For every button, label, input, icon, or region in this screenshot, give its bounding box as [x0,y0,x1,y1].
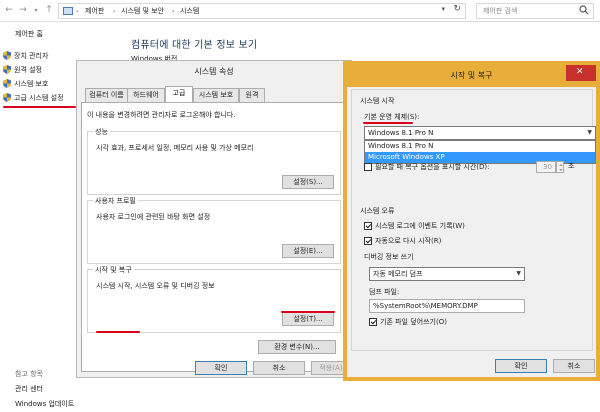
debug-type-value: 자동 메모리 덤프 [373,270,423,278]
breadcrumb-system[interactable]: 시스템 [180,6,199,17]
breadcrumb-separator-icon: › [76,8,79,15]
recent-pages-icon[interactable]: ▾ [30,4,42,17]
group-description: 사용자 로그인에 관련된 바탕 화면 설정 [96,213,211,221]
sidebar-item-label: 고급 시스템 설정 [14,94,64,102]
chevron-down-icon: ▼ [516,270,521,277]
startup-recovery-dialog: 시작 및 복구 시스템 시작 기본 운영 체제(S): Windows 8.1 … [343,61,600,381]
ok-button[interactable]: 확인 [495,359,547,373]
seconds-unit: 초 [568,162,575,170]
overwrite-checkbox[interactable] [369,318,377,326]
write-event-label: 시스템 로그에 이벤트 기록(W) [375,222,465,230]
user-profiles-group: 사용자 프로필 사용자 로그인에 관련된 바탕 화면 설정 설정(E)... [87,196,341,264]
user-profiles-settings-button[interactable]: 설정(E)... [282,244,334,258]
breadcrumb-separator-icon: › [172,8,175,15]
recovery-seconds-spinner[interactable] [556,161,564,173]
sidebar-item-label: 장치 관리자 [14,52,49,60]
see-also-link-windows-update[interactable]: Windows 업데이트 [15,399,74,409]
control-panel-icon [63,7,73,15]
show-recovery-label: 필요할 때 복구 옵션을 표시할 시간(D): [375,163,490,171]
group-title: 성능 [93,127,110,137]
sidebar-item-remote-settings[interactable]: 원격 설정 [3,64,42,76]
overwrite-label: 기존 파일 덮어쓰기(O) [380,318,447,326]
tab-remote[interactable]: 원격 [239,88,265,102]
group-description: 시스템 시작, 시스템 오류 및 디버깅 정보 [96,282,215,290]
group-description: 시각 효과, 프로세서 일정, 메모리 사용 및 가상 메모리 [96,144,254,152]
up-arrow-icon[interactable]: ↑ [43,4,55,17]
see-also-title: 참고 항목 [15,370,43,378]
search-placeholder: 제어판 검색 [483,7,518,15]
back-arrow-icon[interactable]: ← [3,4,15,17]
debug-info-title: 디버깅 정보 쓰기 [364,253,414,261]
tab-hardware[interactable]: 하드웨어 [127,88,165,102]
environment-variables-button[interactable]: 환경 변수(N)... [258,340,336,354]
highlight-underline [363,122,413,124]
chevron-down-icon: ▼ [587,129,592,136]
breadcrumb-system-security[interactable]: 시스템 및 보안 [121,6,164,17]
cancel-button[interactable]: 취소 [253,361,305,375]
group-title: 사용자 프로필 [93,196,138,206]
refresh-icon[interactable]: ↻ [453,4,461,14]
dump-file-input[interactable]: %SystemRoot%\MEMORY.DMP [369,299,525,313]
show-recovery-checkbox[interactable] [364,163,372,171]
highlight-underline [281,311,335,313]
startup-recovery-settings-button[interactable]: 설정(T)... [282,312,334,326]
dump-file-label: 덤프 파일: [369,288,400,296]
search-input[interactable]: 제어판 검색 [476,3,594,19]
control-panel-home-link[interactable]: 제어판 홈 [15,29,43,39]
sidebar-item-label: 시스템 보호 [14,80,49,88]
performance-settings-button[interactable]: 설정(S)... [282,175,334,189]
ok-button[interactable]: 확인 [195,361,247,375]
performance-group: 성능 시각 효과, 프로세서 일정, 메모리 사용 및 가상 메모리 설정(S)… [87,127,341,195]
tab-advanced[interactable]: 고급 [165,86,193,103]
system-startup-title: 시스템 시작 [360,97,395,105]
recovery-seconds-input[interactable]: 30 [536,161,556,173]
dialog-title: 시스템 속성 [77,61,351,83]
cancel-button[interactable]: 취소 [553,359,595,373]
shield-icon [3,51,11,60]
address-field[interactable]: › 제어판 › 시스템 및 보안 › 시스템 ▾ ↻ [58,3,466,19]
default-os-label: 기본 운영 체제(S): [364,113,420,121]
shield-icon [3,65,11,74]
forward-arrow-icon[interactable]: → [17,4,29,17]
group-title: 시작 및 복구 [93,265,134,275]
search-icon [579,5,589,15]
sidebar-item-label: 원격 설정 [14,66,42,74]
default-os-select[interactable]: Windows 8.1 Pro N ▼ [364,126,596,140]
sidebar-item-system-protection[interactable]: 시스템 보호 [3,78,48,90]
breadcrumb-control-panel[interactable]: 제어판 [85,6,104,17]
dialog-body: 시스템 시작 기본 운영 체제(S): Windows 8.1 Pro N ▼ … [351,89,596,351]
see-also-link-action-center[interactable]: 관리 센터 [15,384,43,394]
default-os-value: Windows 8.1 Pro N [368,129,434,137]
sidebar-item-device-manager[interactable]: 장치 관리자 [3,50,48,62]
write-event-checkbox[interactable] [364,222,372,230]
address-dropdown-icon[interactable]: ▾ [441,5,445,13]
breadcrumb-separator-icon: › [113,8,116,15]
close-icon[interactable] [566,65,596,81]
dialog-title: 시작 및 복구 [347,65,596,87]
debug-type-select[interactable]: 자동 메모리 덤프 ▼ [369,267,525,281]
highlight-underline [3,106,76,108]
system-failure-title: 시스템 오류 [360,207,395,215]
auto-restart-checkbox[interactable] [364,237,372,245]
shield-icon [3,93,11,102]
admin-note: 이 내용을 변경하려면 관리자로 로그온해야 합니다. [87,111,236,119]
page-title: 컴퓨터에 대한 기본 정보 보기 [131,40,258,51]
system-properties-dialog: 시스템 속성 컴퓨터 이름 하드웨어 고급 시스템 보호 원격 이 내용을 변경… [76,60,352,378]
sidebar-item-advanced-system-settings[interactable]: 고급 시스템 설정 [3,92,64,104]
shield-icon [3,79,11,88]
os-option[interactable]: Windows 8.1 Pro N [365,141,595,152]
auto-restart-label: 자동으로 다시 시작(R) [375,237,442,245]
startup-recovery-group: 시작 및 복구 시스템 시작, 시스템 오류 및 디버깅 정보 설정(T)... [87,265,341,333]
tab-system-protection[interactable]: 시스템 보호 [193,88,239,102]
highlight-underline [96,331,140,333]
address-bar: ← → ▾ ↑ › 제어판 › 시스템 및 보안 › 시스템 ▾ ↻ 제어판 검… [0,0,600,22]
tab-computer-name[interactable]: 컴퓨터 이름 [85,88,128,102]
